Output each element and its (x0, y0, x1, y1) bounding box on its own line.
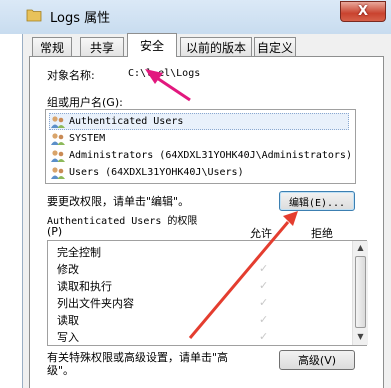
tab-security-label: 安全 (139, 39, 164, 53)
permission-row-read-execute: 读取和执行 (57, 277, 112, 294)
permission-name: 完全控制 (57, 245, 101, 259)
advanced-button-label: 高级(V) (297, 354, 337, 367)
close-button[interactable]: X (340, 1, 386, 22)
permission-name: 列出文件夹内容 (57, 296, 134, 310)
folder-icon (26, 9, 42, 22)
checkmark-icon: ✓ (259, 313, 269, 326)
title-bar[interactable]: Logs 属性 X (0, 0, 391, 34)
checkmark-icon: ✓ (259, 262, 269, 275)
user-item-label: Administrators (64XDXL31YOHK40J\Administ… (69, 150, 352, 161)
properties-window: Logs 属性 X 常规 共享 安全 以前的版本 自定义 对象名称: C:\l … (0, 0, 391, 388)
user-item-label: Users (64XDXL31YOHK40J\Users) (69, 167, 244, 178)
tab-sharing-label: 共享 (89, 40, 114, 55)
group-user-names-label: 组或用户名(G): (47, 96, 123, 109)
users-icon (51, 132, 65, 145)
permission-name: 读取 (57, 313, 79, 327)
tab-customize[interactable]: 自定义 (254, 37, 296, 56)
deny-column-header: 拒绝 (311, 227, 333, 240)
permission-name: 写入 (57, 330, 79, 344)
users-icon (51, 166, 65, 179)
checkmark-icon: ✓ (259, 296, 269, 309)
user-item-administrators[interactable]: Administrators (64XDXL31YOHK40J\Administ… (50, 147, 352, 164)
permission-name: 修改 (57, 262, 79, 276)
tab-general-label: 常规 (39, 40, 64, 55)
tab-security[interactable]: 安全 (127, 33, 177, 57)
advanced-button[interactable]: 高级(V) (279, 350, 355, 370)
special-permissions-hint-line1: 有关特殊权限或高级设置，请单击"高 (47, 351, 229, 364)
scroll-down-icon[interactable]: ▼ (355, 331, 366, 343)
checkmark-icon: ✓ (259, 279, 269, 292)
window-title: Logs 属性 (50, 11, 111, 26)
user-item-system[interactable]: SYSTEM (50, 130, 105, 147)
user-item-label: Authenticated Users (69, 116, 184, 127)
tab-customize-label: 自定义 (256, 40, 293, 55)
user-item-authenticated-users[interactable]: Authenticated Users (49, 113, 349, 130)
checkmark-icon: ✓ (259, 330, 269, 343)
users-icon (51, 115, 65, 128)
allow-column-header: 允许 (250, 227, 272, 240)
object-name-value: C:\l el\Logs (128, 68, 201, 79)
permission-row-write: 写入 (57, 328, 79, 345)
tab-previous-versions[interactable]: 以前的版本 (180, 37, 252, 56)
edit-button-label: 编辑(E)... (288, 197, 346, 209)
permission-row-list-folder: 列出文件夹内容 (57, 294, 134, 311)
special-permissions-hint-line2: 级"。 (47, 364, 75, 377)
permissions-access-key: (P) (47, 225, 63, 238)
permissions-title: Authenticated Users 的权限 (47, 216, 198, 227)
scroll-up-icon[interactable]: ▲ (355, 242, 366, 254)
tab-previous-versions-label: 以前的版本 (185, 40, 246, 55)
users-icon (51, 149, 65, 162)
user-list[interactable]: Authenticated Users SYSTEM Administrator… (45, 109, 356, 184)
change-permissions-hint: 要更改权限，请单击"编辑"。 (47, 195, 190, 208)
permissions-list: 完全控制 修改 读取和执行 列出文件夹内容 读取 写入 ✓ ✓ ✓ ✓ ✓ (47, 240, 367, 346)
tab-general[interactable]: 常规 (32, 37, 72, 56)
scrollbar-thumb[interactable] (355, 256, 366, 328)
user-item-label: SYSTEM (69, 133, 106, 144)
permissions-scrollbar[interactable]: ▲ ▼ (352, 241, 368, 345)
object-name-label: 对象名称: (47, 69, 95, 82)
user-item-users[interactable]: Users (64XDXL31YOHK40J\Users) (50, 164, 244, 181)
permission-row-modify: 修改 (57, 260, 79, 277)
permission-row-full-control: 完全控制 (57, 243, 101, 260)
permission-row-read: 读取 (57, 311, 79, 328)
close-icon: X (357, 4, 369, 19)
permission-name: 读取和执行 (57, 279, 112, 293)
tab-sharing[interactable]: 共享 (80, 37, 124, 56)
edit-button[interactable]: 编辑(E)... (279, 191, 355, 211)
